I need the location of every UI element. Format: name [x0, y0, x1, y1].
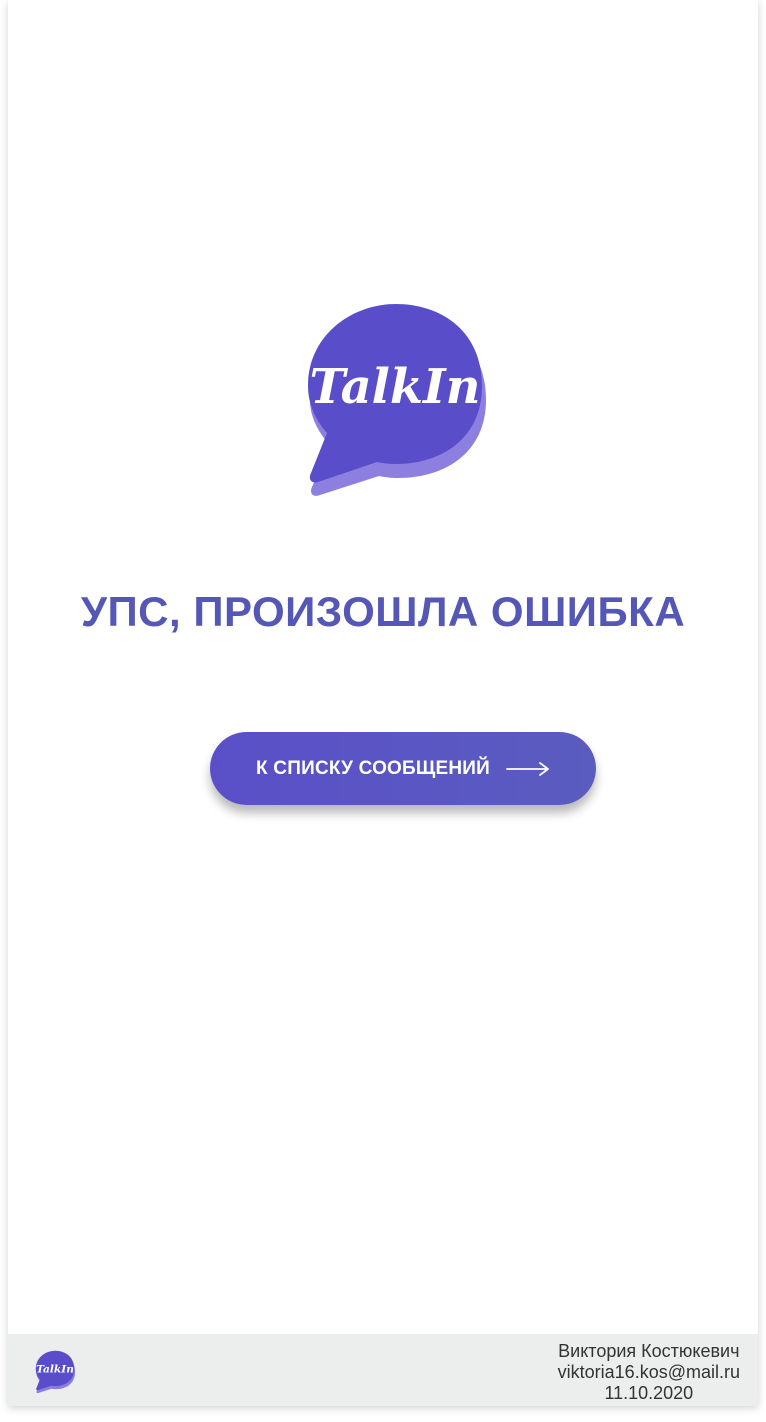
footer-info: Виктория Костюкевич viktoria16.kos@mail.…: [558, 1341, 740, 1404]
error-screen: TalkIn УПС, ПРОИЗОШЛА ОШИБКА К СПИСКУ СО…: [8, 0, 758, 1406]
chat-bubble-logo-icon: TalkIn: [308, 304, 486, 496]
arrow-right-icon: [506, 761, 549, 776]
footer-date: 11.10.2020: [604, 1383, 694, 1403]
back-to-messages-button[interactable]: К СПИСКУ СООБЩЕНИЙ: [210, 732, 596, 805]
chat-bubble-logo-icon: TalkIn: [35, 1350, 76, 1394]
logo-text: TalkIn: [309, 359, 480, 415]
footer: TalkIn Виктория Костюкевич viktoria16.ko…: [8, 1334, 758, 1406]
back-to-messages-label: К СПИСКУ СООБЩЕНИЙ: [256, 757, 490, 779]
talkin-logo: TalkIn: [300, 302, 490, 498]
author-email[interactable]: viktoria16.kos@mail.ru: [558, 1362, 740, 1383]
error-title: УПС, ПРОИЗОШЛА ОШИБКА: [80, 588, 686, 635]
footer-logo-text: TalkIn: [36, 1363, 74, 1376]
author-name: Виктория Костюкевич: [558, 1341, 740, 1361]
footer-logo: TalkIn: [34, 1350, 76, 1394]
